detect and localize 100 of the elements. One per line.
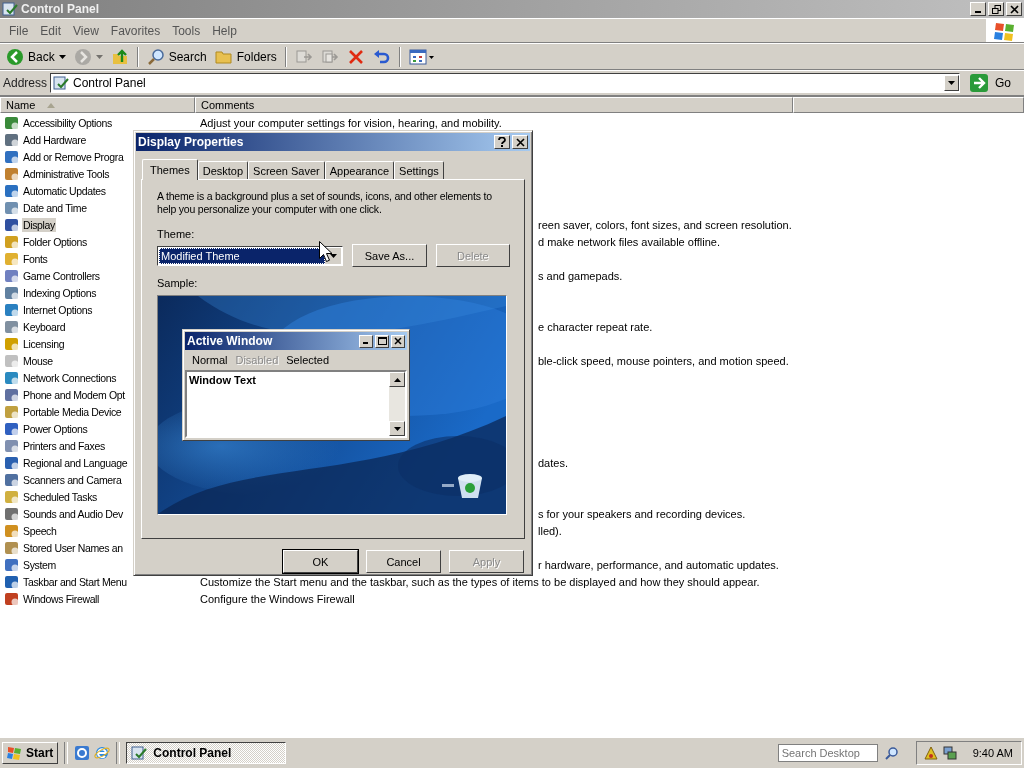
app-launcher-icon[interactable] (74, 745, 91, 761)
tab[interactable]: Themes (142, 159, 198, 180)
item-name[interactable]: Sounds and Audio Dev (22, 506, 124, 521)
tab[interactable]: Appearance (324, 161, 395, 179)
column-header[interactable] (793, 97, 1024, 113)
caret-icon (948, 81, 955, 85)
control-panel-icon (131, 745, 148, 761)
dropdown-button[interactable] (944, 75, 959, 91)
column-header[interactable]: Comments (195, 97, 793, 113)
item-name[interactable]: Add or Remove Progra (22, 149, 125, 164)
item-name[interactable]: Power Options (22, 421, 89, 436)
applet-icon (4, 386, 20, 403)
back-button[interactable]: Back (3, 46, 69, 67)
applet-icon (4, 522, 20, 539)
item-name[interactable]: Add Hardware (22, 132, 87, 147)
close-button[interactable] (512, 135, 528, 149)
tab[interactable]: Settings (394, 161, 444, 179)
item-name[interactable]: Accessibility Options (22, 115, 113, 130)
restore-button[interactable] (988, 2, 1004, 16)
item-name[interactable]: Date and Time (22, 200, 88, 215)
control-panel-icon (53, 75, 70, 91)
item-name[interactable]: Mouse (22, 353, 54, 368)
browser-icon[interactable] (94, 745, 111, 761)
item-name[interactable]: Phone and Modem Opt (22, 387, 126, 402)
applet-icon (4, 114, 20, 131)
search-field[interactable]: Search Desktop (777, 744, 878, 762)
menu-item[interactable]: File (3, 23, 35, 38)
applet-icon (4, 148, 20, 165)
minimize-button[interactable] (970, 2, 986, 16)
go-button[interactable]: Go (963, 73, 1021, 93)
start-button[interactable]: Start (2, 742, 59, 764)
item-name[interactable]: Scheduled Tasks (22, 489, 98, 504)
applet-icon (4, 471, 20, 488)
search-icon (884, 746, 899, 760)
ok-button[interactable]: OK (283, 550, 358, 573)
theme-label: Theme: (157, 228, 196, 240)
item-name[interactable]: Administrative Tools (22, 166, 111, 181)
item-name[interactable]: Network Connections (22, 370, 118, 385)
sort-arrow-icon (47, 102, 56, 108)
item-name[interactable]: Windows Firewall (22, 591, 101, 606)
tab[interactable]: Screen Saver (248, 161, 325, 179)
applet-icon (4, 318, 20, 335)
item-comment: reen saver, colors, font sizes, and screen resolution. (538, 218, 792, 231)
item-name[interactable]: Speech (22, 523, 58, 538)
applet-icon (4, 420, 20, 437)
menu-item[interactable]: Help (206, 23, 243, 38)
item-name[interactable]: Printers and Faxes (22, 438, 106, 453)
help-button[interactable] (494, 135, 510, 149)
item-name[interactable]: Taskbar and Start Menu (22, 574, 128, 589)
applet-icon (4, 267, 20, 284)
item-name[interactable]: System (22, 557, 57, 572)
column-header[interactable]: Name (0, 97, 195, 113)
item-comment: dates. (538, 456, 568, 469)
folders-button[interactable]: Folders (211, 46, 280, 67)
cancel-button[interactable]: Cancel (366, 550, 441, 573)
applet-icon (4, 199, 20, 216)
item-comment: s and gamepads. (538, 269, 623, 282)
tab[interactable]: Desktop (197, 161, 249, 179)
applet-icon (4, 556, 20, 573)
item-name[interactable]: Regional and Language (22, 455, 129, 470)
minimize-icon (359, 334, 373, 348)
item-name[interactable]: Automatic Updates (22, 183, 107, 198)
applet-icon (4, 454, 20, 471)
theme-description: A theme is a background plus a set of sounds, icons, and other elements to help you personalize your computer with one click. (157, 190, 493, 216)
item-comment: Adjust your computer settings for vision, hearing, and mobility. (199, 116, 502, 129)
warning-icon[interactable] (922, 745, 939, 761)
maximize-icon (375, 334, 389, 348)
item-name[interactable]: Display (22, 217, 56, 232)
folder-up-icon (110, 47, 129, 66)
move-to-icon (294, 47, 313, 66)
applet-icon (4, 165, 20, 182)
item-name[interactable]: Internet Options (22, 302, 94, 317)
item-name[interactable]: Fonts (22, 251, 49, 266)
menu-item[interactable]: Edit (34, 23, 68, 38)
applet-icon (4, 403, 20, 420)
applet-icon (4, 301, 20, 318)
item-name[interactable]: Scanners and Camera (22, 472, 123, 487)
menu-item[interactable]: Favorites (104, 23, 167, 38)
menu-item[interactable]: Tools (166, 23, 207, 38)
item-name[interactable]: Folder Options (22, 234, 88, 249)
mouse-cursor-icon (319, 241, 332, 262)
save-as-button[interactable]: Save As... (352, 244, 427, 267)
item-comment: Customize the Start menu and the taskbar, such as the types of items to be displayed and how they should appear. (199, 575, 760, 588)
item-name[interactable]: Keyboard (22, 319, 67, 334)
applet-icon (4, 335, 20, 352)
restore-icon (991, 4, 1001, 14)
menu-item[interactable]: View (67, 23, 105, 38)
delete-icon (346, 47, 365, 66)
taskbar-button[interactable]: Control Panel (126, 742, 287, 764)
network-icon[interactable] (941, 745, 958, 761)
search-button[interactable]: Search (143, 46, 210, 67)
item-name[interactable]: Game Controllers (22, 268, 101, 283)
item-name[interactable]: Indexing Options (22, 285, 98, 300)
item-name[interactable]: Licensing (22, 336, 66, 351)
item-name[interactable]: Stored User Names an (22, 540, 124, 555)
theme-dropdown[interactable]: Modified Theme (157, 245, 344, 266)
close-button[interactable] (1006, 2, 1022, 16)
applet-icon (4, 505, 20, 522)
item-name[interactable]: Portable Media Device (22, 404, 123, 419)
address-field[interactable]: Control Panel (50, 73, 960, 93)
